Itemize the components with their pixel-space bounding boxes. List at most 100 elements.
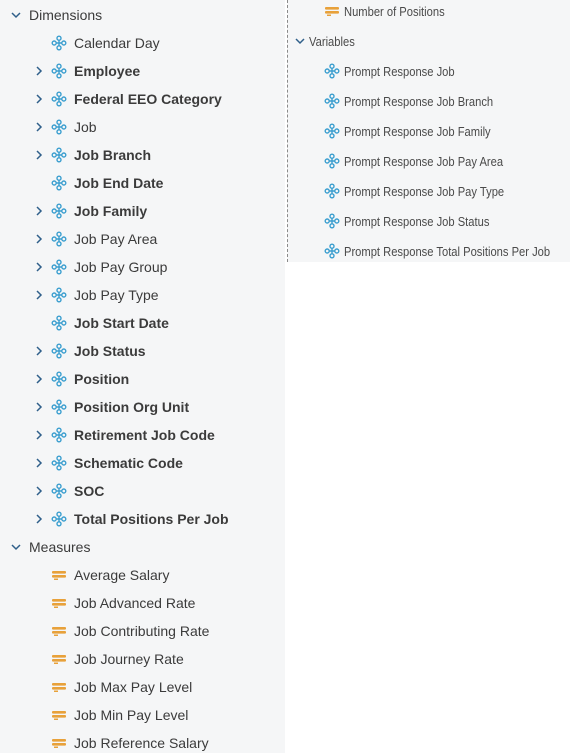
dimension-item[interactable]: Calendar Day	[0, 29, 285, 57]
measure-item-label: Job Contributing Rate	[74, 623, 210, 639]
dimension-item-label: Job Start Date	[74, 315, 169, 331]
dimension-item[interactable]: Job Pay Group	[0, 253, 285, 281]
measure-icon	[51, 595, 67, 611]
dimension-icon	[51, 175, 67, 191]
dimension-icon	[324, 213, 340, 229]
variable-item[interactable]: Prompt Response Job Pay Type	[288, 176, 570, 206]
dimension-item[interactable]: Total Positions Per Job	[0, 505, 285, 533]
variable-item[interactable]: Prompt Response Job	[288, 56, 570, 86]
dimension-item[interactable]: Job Status	[0, 337, 285, 365]
dimension-item[interactable]: Job Family	[0, 197, 285, 225]
chevron-right-icon[interactable]	[32, 64, 46, 78]
dimension-item[interactable]: Job Pay Area	[0, 225, 285, 253]
dimension-icon	[51, 315, 67, 331]
dimension-item[interactable]: Employee	[0, 57, 285, 85]
measure-icon	[51, 623, 67, 639]
chevron-right-icon[interactable]	[32, 204, 46, 218]
dimension-item-label: Employee	[74, 63, 141, 79]
variable-item-label: Prompt Response Job Branch	[344, 93, 494, 109]
dimension-icon	[324, 183, 340, 199]
dimension-item[interactable]: Position Org Unit	[0, 393, 285, 421]
measures-group[interactable]: Measures	[0, 533, 285, 561]
dimension-icon	[51, 63, 67, 79]
measure-item-label: Job Reference Salary	[74, 735, 209, 751]
measure-icon	[51, 679, 67, 695]
dimension-icon	[51, 511, 67, 527]
measure-item-label: Job Advanced Rate	[74, 595, 196, 611]
measure-icon	[51, 707, 67, 723]
group-label-dimensions: Dimensions	[29, 7, 103, 23]
right-tree-panel: Number of Positions Variables Prompt Respo…	[287, 0, 570, 262]
dimension-item-label: Federal EEO Category	[74, 91, 222, 107]
variables-group[interactable]: Variables	[288, 26, 570, 56]
chevron-right-icon[interactable]	[32, 288, 46, 302]
dimension-item-label: Job Pay Type	[74, 287, 159, 303]
dimension-icon	[51, 231, 67, 247]
chevron-down-icon[interactable]	[9, 8, 23, 22]
dimension-item-label: Schematic Code	[74, 455, 183, 471]
measure-item[interactable]: Job Max Pay Level	[0, 673, 285, 701]
variable-item-label: Prompt Response Total Positions Per Job	[344, 243, 551, 259]
chevron-down-icon[interactable]	[9, 540, 23, 554]
dimension-icon	[324, 243, 340, 259]
dimension-icon	[51, 399, 67, 415]
measure-icon	[51, 735, 67, 751]
chevron-right-icon[interactable]	[32, 148, 46, 162]
dimensions-group[interactable]: Dimensions	[0, 1, 285, 29]
chevron-right-icon[interactable]	[32, 120, 46, 134]
chevron-down-icon[interactable]	[293, 34, 307, 48]
chevron-right-icon[interactable]	[32, 428, 46, 442]
chevron-right-icon[interactable]	[32, 400, 46, 414]
dimension-item[interactable]: Job Pay Type	[0, 281, 285, 309]
dimension-item[interactable]: Job Branch	[0, 141, 285, 169]
dimension-item[interactable]: SOC	[0, 477, 285, 505]
dimension-icon	[51, 343, 67, 359]
dimension-item[interactable]: Federal EEO Category	[0, 85, 285, 113]
dimension-item[interactable]: Schematic Code	[0, 449, 285, 477]
measure-item[interactable]: Job Journey Rate	[0, 645, 285, 673]
variable-item[interactable]: Prompt Response Total Positions Per Job	[288, 236, 570, 262]
chevron-right-icon[interactable]	[32, 92, 46, 106]
dimension-item-label: Position	[74, 371, 130, 387]
variable-item-label: Prompt Response Job Pay Area	[344, 153, 504, 169]
measure-icon	[51, 651, 67, 667]
dimension-item-label: Retirement Job Code	[74, 427, 215, 443]
dimension-icon	[51, 371, 67, 387]
variable-item-label: Prompt Response Job	[344, 63, 455, 79]
dimension-icon	[324, 93, 340, 109]
measure-icon	[51, 567, 67, 583]
dimension-item[interactable]: Job Start Date	[0, 309, 285, 337]
chevron-right-icon[interactable]	[32, 456, 46, 470]
chevron-right-icon[interactable]	[32, 232, 46, 246]
measure-item[interactable]: Job Reference Salary	[0, 729, 285, 753]
chevron-right-icon[interactable]	[32, 484, 46, 498]
dimension-item-label: SOC	[74, 483, 105, 499]
dimension-item-label: Job Pay Group	[74, 259, 168, 275]
dimension-icon	[51, 455, 67, 471]
dimension-icon	[51, 147, 67, 163]
chevron-right-icon[interactable]	[32, 372, 46, 386]
measure-item[interactable]: Job Contributing Rate	[0, 617, 285, 645]
measure-item[interactable]: Number of Positions	[288, 0, 570, 26]
measure-item-label: Number of Positions	[344, 3, 445, 19]
variable-item[interactable]: Prompt Response Job Pay Area	[288, 146, 570, 176]
variable-item[interactable]: Prompt Response Job Branch	[288, 86, 570, 116]
dimension-item[interactable]: Job	[0, 113, 285, 141]
dimension-item[interactable]: Position	[0, 365, 285, 393]
dimension-item[interactable]: Retirement Job Code	[0, 421, 285, 449]
dimension-item[interactable]: Job End Date	[0, 169, 285, 197]
left-tree-panel: Dimensions Calendar Day Employee Federal EE…	[0, 0, 285, 753]
dimension-icon	[51, 119, 67, 135]
measure-item-label: Job Min Pay Level	[74, 707, 189, 723]
variable-item[interactable]: Prompt Response Job Family	[288, 116, 570, 146]
chevron-right-icon[interactable]	[32, 260, 46, 274]
measure-item[interactable]: Average Salary	[0, 561, 285, 589]
chevron-right-icon[interactable]	[32, 344, 46, 358]
measure-item-label: Job Max Pay Level	[74, 679, 193, 695]
variable-item-label: Prompt Response Job Status	[344, 213, 490, 229]
measure-item[interactable]: Job Advanced Rate	[0, 589, 285, 617]
chevron-right-icon[interactable]	[32, 512, 46, 526]
dimension-item-label: Job End Date	[74, 175, 164, 191]
measure-item[interactable]: Job Min Pay Level	[0, 701, 285, 729]
variable-item[interactable]: Prompt Response Job Status	[288, 206, 570, 236]
